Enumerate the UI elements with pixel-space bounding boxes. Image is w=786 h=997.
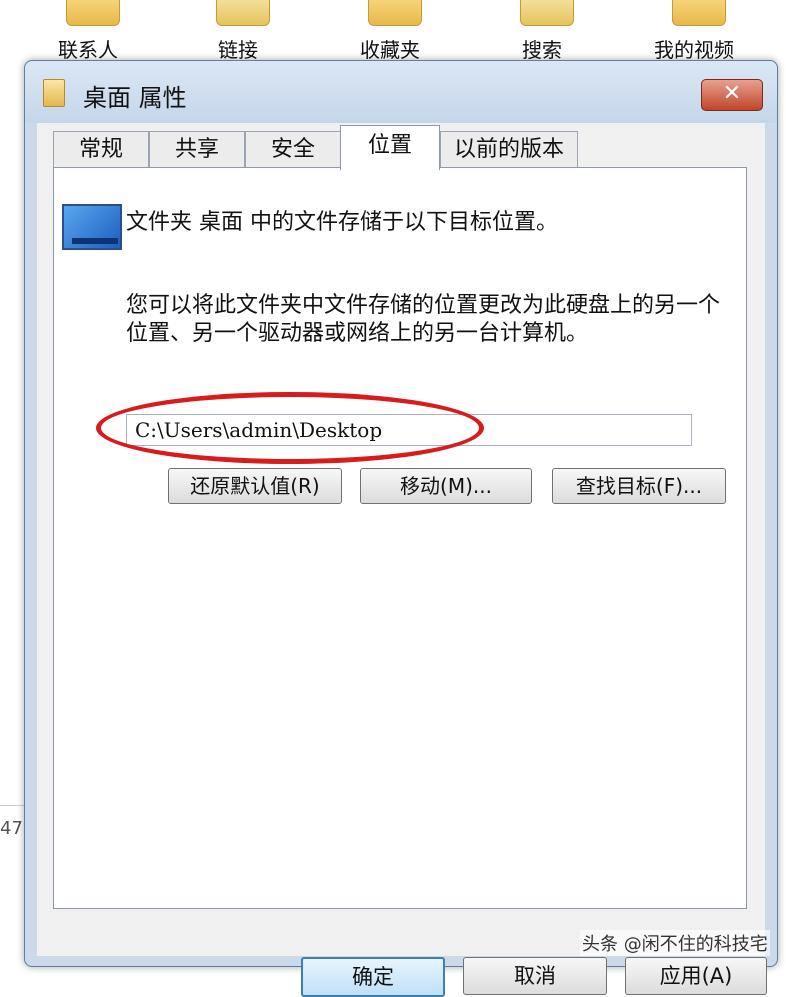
ok-button[interactable]: 确定 [301,957,445,997]
location-description: 您可以将此文件夹中文件存储的位置更改为此硬盘上的另一个位置、另一个驱动器或网络上… [126,293,721,346]
location-info-text: 文件夹 桌面 中的文件存储于以下目标位置。 [126,210,558,235]
dialog-client-area: 常规 共享 安全 位置 以前的版本 文件夹 桌面 中的文件存储于以下目标位置。 … [37,123,767,997]
folder-video-icon [672,0,726,26]
background-text: 47 [0,818,23,839]
desktop-item-label: 搜索 [522,38,562,62]
desktop-icons-strip: 联系人 链接 收藏夹 搜索 我的视频 [0,0,786,62]
desktop-item-label: 链接 [218,38,258,62]
desktop-item-favorites[interactable]: 收藏夹 [330,0,450,62]
tab-location[interactable]: 位置 [340,125,440,170]
apply-button[interactable]: 应用(A) [625,957,767,995]
background-divider [0,805,24,806]
location-tab-panel: 文件夹 桌面 中的文件存储于以下目标位置。 您可以将此文件夹中文件存储的位置更改… [53,167,747,909]
folder-icon [43,79,65,107]
desktop-item-my-videos[interactable]: 我的视频 [634,0,754,62]
dialog-title: 桌面 属性 [83,84,187,112]
desktop-folder-icon [62,204,122,250]
tab-security[interactable]: 安全 [245,131,341,168]
desktop-item-label: 联系人 [58,38,118,62]
desktop-item-links[interactable]: 链接 [178,0,298,62]
folder-icon [66,0,120,26]
dialog-titlebar[interactable]: 桌面 属性 ✕ [25,61,777,123]
folder-icon [216,0,270,26]
close-button[interactable]: ✕ [701,79,763,111]
folder-icon [520,0,574,26]
desktop-item-contacts[interactable]: 联系人 [28,0,148,62]
desktop-item-label: 我的视频 [654,38,734,62]
restore-default-button[interactable]: 还原默认值(R) [168,468,342,504]
desktop-item-label: 收藏夹 [360,38,420,62]
find-target-button[interactable]: 查找目标(F)... [552,468,726,504]
properties-dialog: 桌面 属性 ✕ 常规 共享 安全 位置 以前的版本 文件夹 桌面 中的文件存储于… [24,60,778,997]
cancel-button[interactable]: 取消 [463,957,607,995]
tab-previous-versions[interactable]: 以前的版本 [440,131,578,168]
tab-general[interactable]: 常规 [53,131,149,168]
folder-star-icon [368,0,422,26]
location-path-input[interactable]: C:\Users\admin\Desktop [126,414,692,446]
tab-sharing[interactable]: 共享 [149,131,245,168]
watermark-text: 头条 @闲不住的科技宅 [580,930,770,956]
move-button[interactable]: 移动(M)... [360,468,532,504]
desktop-item-searches[interactable]: 搜索 [482,0,602,62]
